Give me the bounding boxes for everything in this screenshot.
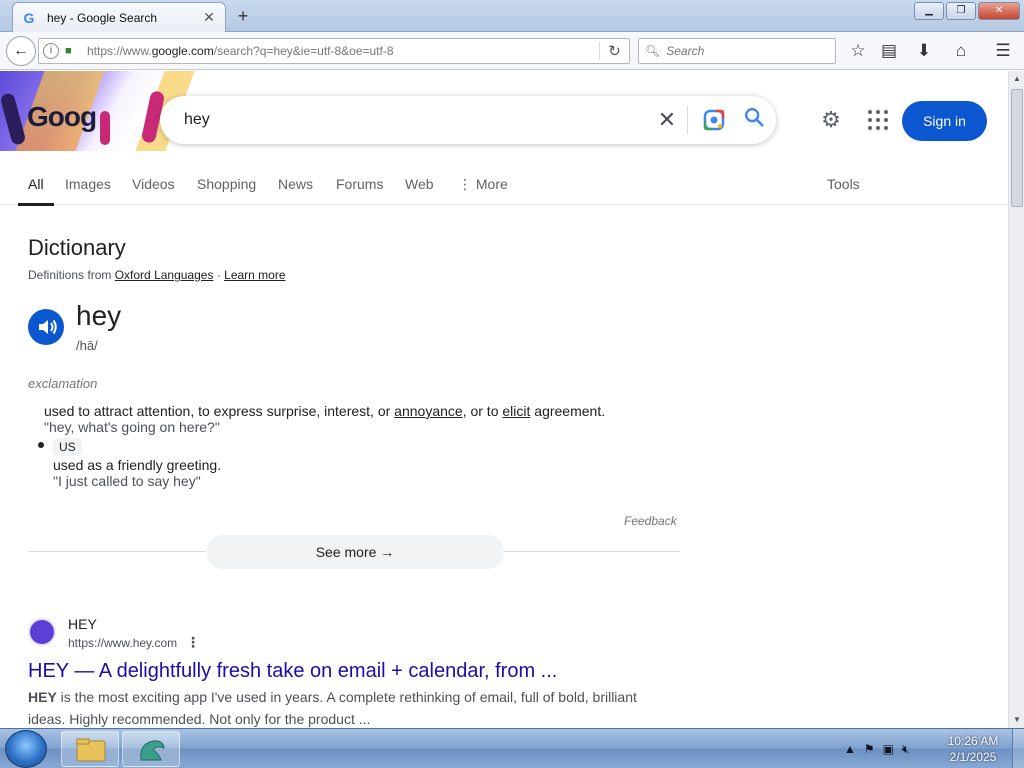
google-lens-icon[interactable] xyxy=(692,108,732,132)
learn-more-link[interactable]: Learn more xyxy=(224,268,285,282)
scrollbar-thumb[interactable] xyxy=(1011,89,1023,207)
tab-more[interactable]: ⋮ More xyxy=(458,176,508,193)
windows-taskbar: ▲ ⚑ ▣ 🔇︎ 10:26 AM 2/1/2025 xyxy=(0,728,1024,768)
elicit-link[interactable]: elicit xyxy=(502,403,530,419)
back-button[interactable]: ← xyxy=(6,36,36,66)
tab-all[interactable]: All xyxy=(18,176,53,206)
tab-close-icon[interactable]: ✕ xyxy=(201,9,217,26)
clear-search-icon[interactable]: ✕ xyxy=(647,107,687,133)
region-tag: US xyxy=(53,438,82,456)
result-url[interactable]: https://www.hey.com xyxy=(68,636,177,650)
annoyance-link[interactable]: annoyance xyxy=(394,403,463,419)
show-desktop-button[interactable] xyxy=(1012,729,1024,768)
search-results-page: Goog ✕ ⚙ Sign in All Images Videos Shopp… xyxy=(0,71,1008,728)
pronunciation-speaker-icon[interactable] xyxy=(28,309,64,345)
reading-list-icon[interactable]: ▤ xyxy=(878,40,900,62)
file-explorer-taskbar-icon[interactable] xyxy=(61,731,119,767)
home-icon[interactable]: ⌂ xyxy=(950,40,972,62)
search-icon: 🔍︎ xyxy=(645,44,661,58)
taskbar-clock[interactable]: 10:26 AM 2/1/2025 xyxy=(938,733,1008,765)
example-1: "hey, what's going on here?" xyxy=(44,419,220,435)
hey-site-favicon-icon[interactable] xyxy=(28,618,56,646)
see-more-button[interactable]: See more → xyxy=(206,535,504,569)
url-text[interactable]: https://www.google.com/search?q=hey&ie=u… xyxy=(87,44,599,58)
downloads-icon[interactable]: ⬇ xyxy=(913,40,935,62)
new-tab-button[interactable]: + xyxy=(233,6,253,26)
dictionary-heading: Dictionary xyxy=(28,235,126,260)
browser-search-input[interactable] xyxy=(666,44,817,58)
sign-in-button[interactable]: Sign in xyxy=(902,101,987,141)
reload-icon[interactable]: ↻ xyxy=(599,42,629,60)
volume-muted-icon[interactable]: 🔇︎ xyxy=(902,742,910,757)
address-bar[interactable]: i ■ https://www.google.com/search?q=hey&… xyxy=(38,38,630,64)
definition-2: used as a friendly greeting. xyxy=(53,457,222,473)
tab-news[interactable]: News xyxy=(278,176,313,192)
tab-web[interactable]: Web xyxy=(405,176,434,192)
arrow-right-icon: → xyxy=(380,544,395,560)
browser-search-box[interactable]: 🔍︎ xyxy=(638,38,836,64)
search-input[interactable] xyxy=(184,111,647,129)
example-2: "I just called to say hey" xyxy=(53,473,201,489)
feedback-link[interactable]: Feedback xyxy=(624,514,677,528)
result-snippet-line-2: ideas. Highly recommended. Not only for … xyxy=(28,711,371,727)
search-tabs: All Images Videos Shopping News Forums W… xyxy=(0,166,1008,206)
page-scrollbar[interactable]: ▲ ▼ xyxy=(1008,71,1024,728)
google-apps-icon[interactable] xyxy=(866,108,890,132)
google-search-box[interactable]: ✕ xyxy=(160,96,776,144)
menu-icon[interactable]: ☰ xyxy=(992,40,1014,62)
search-box-divider xyxy=(687,106,688,134)
search-submit-icon[interactable] xyxy=(732,106,776,134)
system-tray: ▲ ⚑ ▣ 🔇︎ xyxy=(844,729,910,768)
phonetic-spelling: /hā/ xyxy=(76,338,98,353)
dictionary-word: hey xyxy=(76,300,122,331)
tray-expand-icon[interactable]: ▲ xyxy=(844,742,856,756)
scroll-up-icon[interactable]: ▲ xyxy=(1009,71,1024,87)
close-window-button[interactable]: ✕ xyxy=(978,2,1020,20)
settings-gear-icon[interactable]: ⚙ xyxy=(819,108,843,132)
tab-forums[interactable]: Forums xyxy=(336,176,383,192)
result-options-icon[interactable]: ⋮ xyxy=(186,634,200,651)
lock-icon: ■ xyxy=(65,45,72,57)
browser-tab-strip: G hey - Google Search ✕ + ▁ ❐ ✕ xyxy=(0,0,1024,32)
window-controls: ▁ ❐ ✕ xyxy=(914,2,1020,20)
google-favicon-icon: G xyxy=(23,9,35,26)
definitions-source-line: Definitions from Oxford Languages · Lear… xyxy=(28,268,286,282)
tab-images[interactable]: Images xyxy=(65,176,111,192)
network-icon[interactable]: ▣ xyxy=(883,742,894,756)
restore-button[interactable]: ❐ xyxy=(946,2,976,20)
definition-1: used to attract attention, to express su… xyxy=(44,403,606,419)
browser-taskbar-icon[interactable] xyxy=(122,731,180,767)
action-center-flag-icon[interactable]: ⚑ xyxy=(864,742,875,756)
result-title-link[interactable]: HEY — A delightfully fresh take on email… xyxy=(28,660,557,683)
tab-google-search[interactable]: G hey - Google Search ✕ xyxy=(12,2,226,32)
scroll-down-icon[interactable]: ▼ xyxy=(1009,712,1024,728)
tab-shopping[interactable]: Shopping xyxy=(197,176,256,192)
navigation-toolbar: ← i ■ https://www.google.com/search?q=he… xyxy=(0,32,1024,70)
part-of-speech: exclamation xyxy=(28,376,98,391)
tab-title: hey - Google Search xyxy=(47,10,158,25)
site-info-icon[interactable]: i xyxy=(43,43,59,59)
minimize-button[interactable]: ▁ xyxy=(914,2,944,20)
result-snippet-line-1: HEY is the most exciting app I've used i… xyxy=(28,689,637,705)
oxford-languages-link[interactable]: Oxford Languages xyxy=(115,268,214,282)
tab-videos[interactable]: Videos xyxy=(132,176,175,192)
tools-button[interactable]: Tools xyxy=(827,176,860,192)
start-button-icon[interactable] xyxy=(5,730,47,768)
list-bullet xyxy=(38,442,44,448)
doodle-text: Goog xyxy=(27,101,97,132)
bookmark-star-icon[interactable]: ☆ xyxy=(847,40,869,62)
result-site-name[interactable]: HEY xyxy=(68,616,97,632)
